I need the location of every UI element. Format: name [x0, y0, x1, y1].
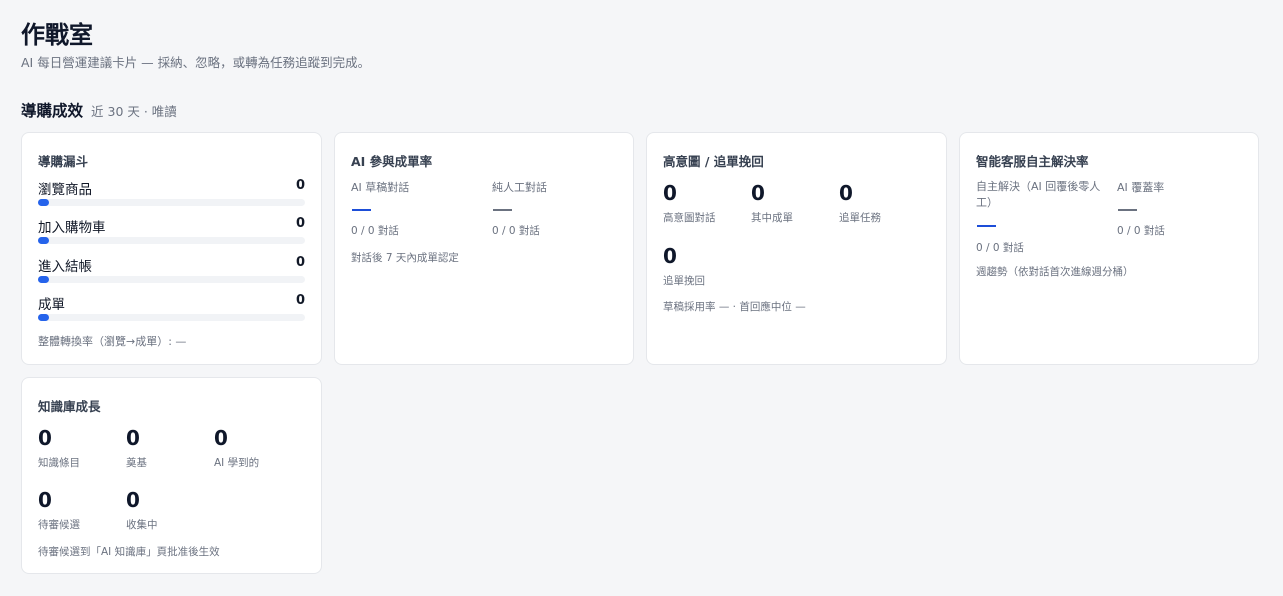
- metric-ratio: 0 / 0 對話: [492, 225, 540, 237]
- metric-empty-dash: [977, 225, 996, 227]
- funnel-item-label: 加入購物車: [38, 220, 106, 236]
- ai-conversion-card: AI 參與成單率 AI 草稿對話 0 / 0 對話 純人工對話 0 / 0 對話…: [334, 132, 634, 365]
- high-intent-card: 高意圖 / 追單挽回 0 高意圖對話 0 其中成單 0 追單任務 0 追單挽回 …: [646, 132, 947, 365]
- funnel-card-title: 導購漏斗: [38, 154, 89, 169]
- metric-ratio: 0 / 0 對話: [351, 225, 399, 237]
- funnel-item-value: 0: [295, 293, 305, 308]
- funnel-item-value: 0: [295, 178, 305, 193]
- stat-label: 奠基: [126, 457, 147, 469]
- stat-label: 高意圖對話: [663, 212, 716, 224]
- high-intent-card-title: 高意圖 / 追單挽回: [663, 154, 764, 169]
- funnel-bar: [38, 237, 305, 244]
- section-header: 導購成效 近 30 天 · 唯讀: [21, 99, 177, 121]
- stat-label: 追單挽回: [663, 275, 705, 287]
- metric-empty-dash: [1118, 209, 1137, 211]
- knowledge-card-title: 知識庫成長: [38, 399, 101, 414]
- knowledge-card: 知識庫成長 0 知識條目 0 奠基 0 AI 學到的 0 待審候選 0 收集中 …: [21, 377, 322, 574]
- page-subtitle: AI 每日營運建議卡片 — 採納、忽略，或轉為任務追蹤到完成。: [21, 55, 371, 70]
- funnel-footer: 整體轉換率（瀏覽→成單）: —: [38, 335, 187, 348]
- stat-value: 0: [839, 181, 853, 205]
- stat-label: 收集中: [126, 519, 158, 531]
- funnel-bar: [38, 314, 305, 321]
- funnel-item-value: 0: [295, 255, 305, 270]
- card-note: 待審候選到「AI 知識庫」頁批准後生效: [38, 546, 220, 558]
- support-card-title: 智能客服自主解決率: [976, 154, 1089, 169]
- metric-label: AI 覆蓋率: [1117, 181, 1165, 194]
- funnel-card: 導購漏斗 瀏覽商品 0 加入購物車 0 進入結帳 0 成單 0 整體轉換率（瀏覽…: [21, 132, 322, 365]
- metric-empty-dash: [352, 209, 371, 211]
- metric-label: 純人工對話: [492, 181, 547, 194]
- stat-value: 0: [126, 488, 140, 512]
- funnel-item-value: 0: [295, 216, 305, 231]
- funnel-bar-fill: [38, 276, 49, 283]
- stat-label: 其中成單: [751, 212, 793, 224]
- card-note: 週趨勢（依對話首次進線週分桶）: [976, 266, 1134, 278]
- stat-value: 0: [126, 426, 140, 450]
- support-card: 智能客服自主解決率 自主解決（AI 回覆後零人工） 0 / 0 對話 AI 覆蓋…: [959, 132, 1259, 365]
- metric-ratio: 0 / 0 對話: [976, 242, 1024, 254]
- stat-value: 0: [214, 426, 228, 450]
- card-note: 草稿採用率 — · 首回應中位 —: [663, 301, 806, 313]
- metric-label: 自主解決（AI 回覆後零人工）: [976, 180, 1101, 209]
- funnel-bar: [38, 276, 305, 283]
- metric-empty-dash: [493, 209, 512, 211]
- stat-label: 追單任務: [839, 212, 881, 224]
- section-meta: 近 30 天 · 唯讀: [91, 104, 177, 119]
- stat-value: 0: [38, 426, 52, 450]
- section-title: 導購成效: [21, 102, 84, 120]
- funnel-item-label: 進入結帳: [38, 259, 92, 275]
- stat-label: AI 學到的: [214, 457, 260, 469]
- card-note: 對話後 7 天內成單認定: [351, 252, 459, 264]
- stat-label: 待審候選: [38, 519, 80, 531]
- page-title: 作戰室: [21, 21, 93, 49]
- stat-value: 0: [663, 181, 677, 205]
- funnel-bar-fill: [38, 237, 49, 244]
- stat-value: 0: [663, 244, 677, 268]
- funnel-item-label: 成單: [38, 297, 65, 313]
- funnel-bar: [38, 199, 305, 206]
- stat-value: 0: [751, 181, 765, 205]
- funnel-bar-fill: [38, 199, 49, 206]
- stat-value: 0: [38, 488, 52, 512]
- stat-label: 知識條目: [38, 457, 80, 469]
- metric-label: AI 草稿對話: [351, 181, 410, 194]
- metric-ratio: 0 / 0 對話: [1117, 225, 1165, 237]
- ai-conversion-card-title: AI 參與成單率: [351, 154, 433, 169]
- funnel-bar-fill: [38, 314, 49, 321]
- funnel-item-label: 瀏覽商品: [38, 182, 92, 198]
